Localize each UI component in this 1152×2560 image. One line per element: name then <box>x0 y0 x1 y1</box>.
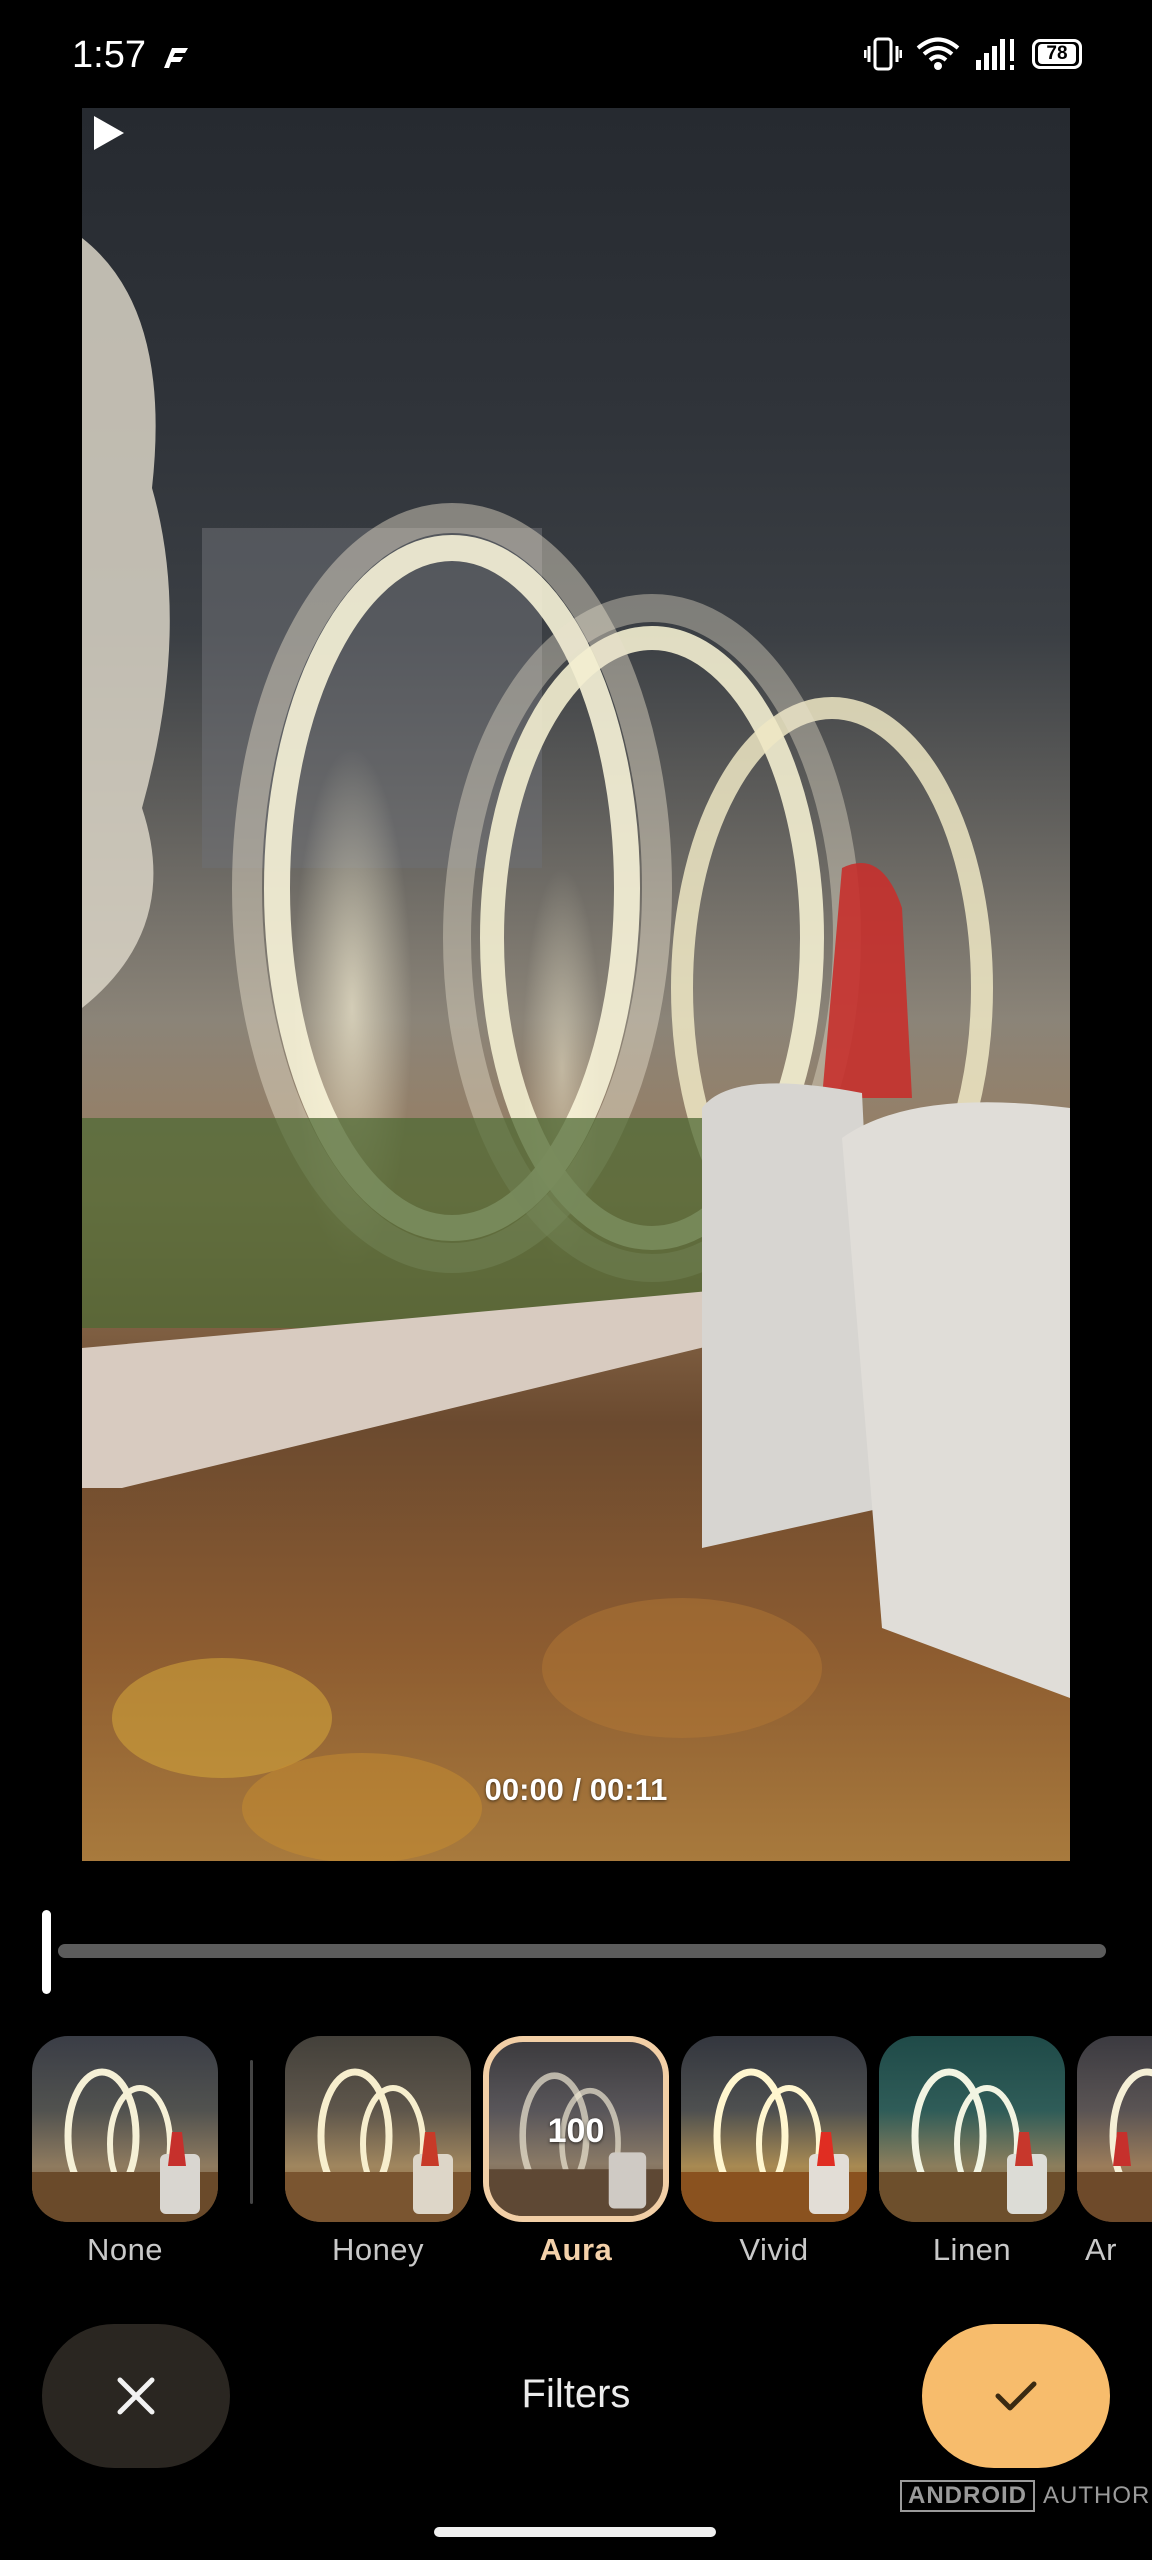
video-frame <box>82 238 1070 1861</box>
filter-thumbnail[interactable] <box>681 2036 867 2222</box>
filter-honey[interactable]: Honey <box>283 2036 473 2268</box>
filter-preview-image <box>1077 2068 1152 2222</box>
filter-preview-image <box>32 2068 218 2222</box>
filter-preview-image <box>285 2068 471 2222</box>
filter-label: Honey <box>331 2232 425 2267</box>
filter-label: Aura <box>539 2232 613 2267</box>
status-bar: 1:57 78 <box>0 0 1152 110</box>
status-icons: 78 <box>864 36 1082 72</box>
filter-label: None <box>86 2232 164 2267</box>
app-notification-icon <box>164 48 188 68</box>
filter-partial[interactable]: Ar <box>1075 2036 1152 2268</box>
filter-thumbnail[interactable] <box>1077 2036 1152 2222</box>
check-icon <box>995 2381 1037 2411</box>
filter-thumbnail[interactable] <box>879 2036 1065 2222</box>
filter-label: Vivid <box>739 2232 809 2267</box>
filter-thumbnail[interactable] <box>32 2036 218 2222</box>
video-timecode: 00:00 / 00:11 <box>484 1772 668 1807</box>
watermark: ANDROID AUTHORITY <box>900 2480 1152 2512</box>
video-preview[interactable]: 00:00 / 00:11 <box>82 108 1070 1861</box>
filter-strip[interactable]: None Honey 100 Aura Vivid Linen Ar <box>0 2036 1152 2276</box>
video-scrubber-track[interactable] <box>58 1944 1106 1958</box>
filter-aura[interactable]: 100 Aura <box>481 2036 671 2268</box>
home-indicator[interactable] <box>434 2527 716 2537</box>
filter-label: Linen <box>932 2232 1012 2267</box>
filter-none[interactable]: None <box>30 2036 220 2268</box>
signal-icon <box>976 39 1014 70</box>
filter-thumbnail-selected[interactable]: 100 <box>483 2036 669 2222</box>
filter-thumbnail[interactable] <box>285 2036 471 2222</box>
battery-level: 78 <box>1038 44 1076 64</box>
vibrate-icon <box>864 37 902 71</box>
filter-linen[interactable]: Linen <box>877 2036 1067 2268</box>
filter-label: Ar <box>1085 2232 1117 2267</box>
filter-preview-image <box>681 2068 867 2222</box>
video-scrubber-handle[interactable] <box>42 1910 51 1994</box>
watermark-suffix: AUTHORITY <box>1043 2482 1152 2509</box>
filter-vivid[interactable]: Vivid <box>679 2036 869 2268</box>
status-time: 1:57 <box>72 34 146 76</box>
battery-icon: 78 <box>1032 39 1082 69</box>
filter-preview-image <box>879 2068 1065 2222</box>
filter-divider <box>250 2060 253 2204</box>
wifi-icon <box>916 37 960 70</box>
filter-intensity-value: 100 <box>547 2112 605 2150</box>
play-icon[interactable] <box>82 108 132 158</box>
watermark-brand: ANDROID <box>900 2480 1035 2512</box>
confirm-button[interactable] <box>922 2324 1110 2468</box>
